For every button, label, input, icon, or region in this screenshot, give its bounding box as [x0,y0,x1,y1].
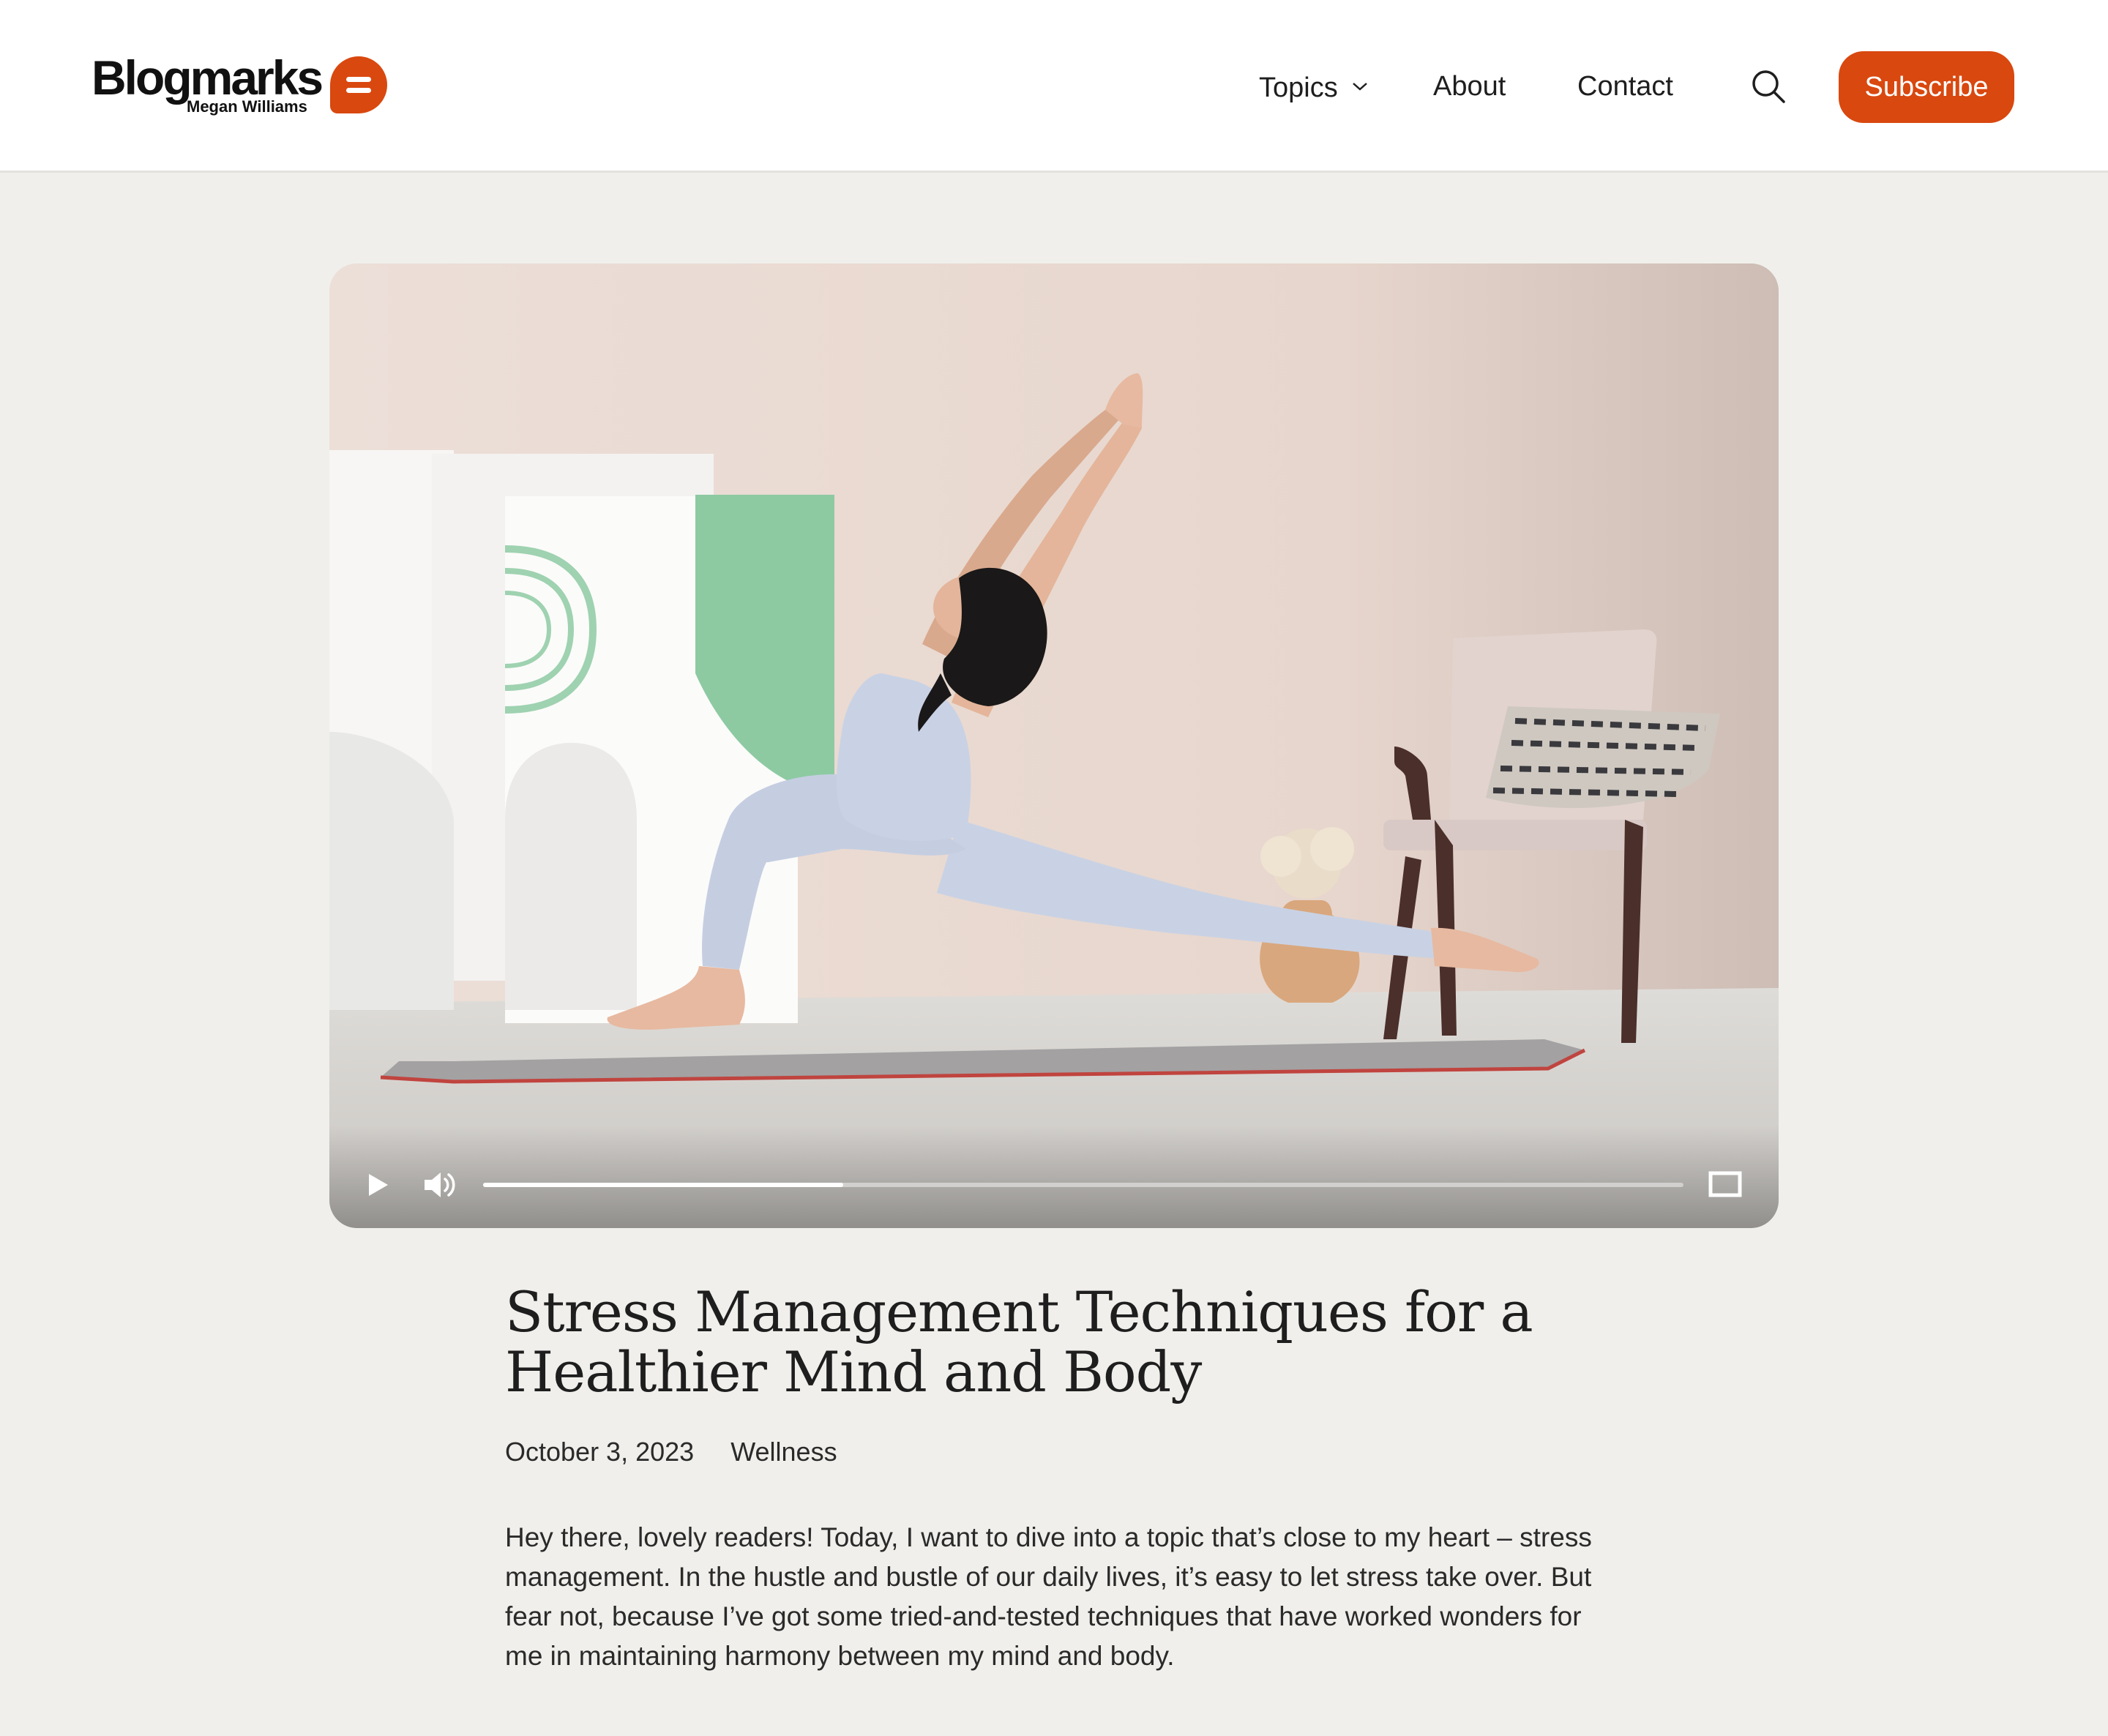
chevron-down-icon [1353,83,1368,91]
brand-name: Blogmarks [91,50,324,105]
nav-contact[interactable]: Contact [1577,59,1673,114]
video-progress-bar[interactable] [483,1183,1683,1187]
article-title: Stress Management Techniques for a Healt… [505,1279,1533,1404]
video-player[interactable] [329,263,1779,1228]
play-icon[interactable] [367,1172,389,1197]
article-category[interactable]: Wellness [730,1437,837,1467]
video-controls [329,1126,1779,1228]
nav-about[interactable]: About [1433,59,1506,114]
logo-badge-icon [330,56,387,113]
site-logo[interactable]: Blogmarks Megan Williams [91,51,399,124]
video-progress-fill [483,1183,843,1187]
nav-topics-label: Topics [1259,72,1338,103]
site-header: Blogmarks Megan Williams Topics About Co… [0,0,2108,173]
volume-icon[interactable] [423,1170,457,1200]
video-frame-image [329,263,1779,1228]
brand-owner: Megan Williams [187,97,307,116]
article-intro: Hey there, lovely readers! Today, I want… [505,1522,1592,1671]
subscribe-button[interactable]: Subscribe [1839,51,2014,123]
article-date[interactable]: October 3, 2023 [505,1437,694,1467]
search-icon[interactable] [1751,69,1786,104]
article-meta: October 3, 2023 Wellness [505,1434,837,1470]
fullscreen-icon[interactable] [1708,1171,1742,1197]
nav-topics[interactable]: Topics [1259,59,1369,114]
